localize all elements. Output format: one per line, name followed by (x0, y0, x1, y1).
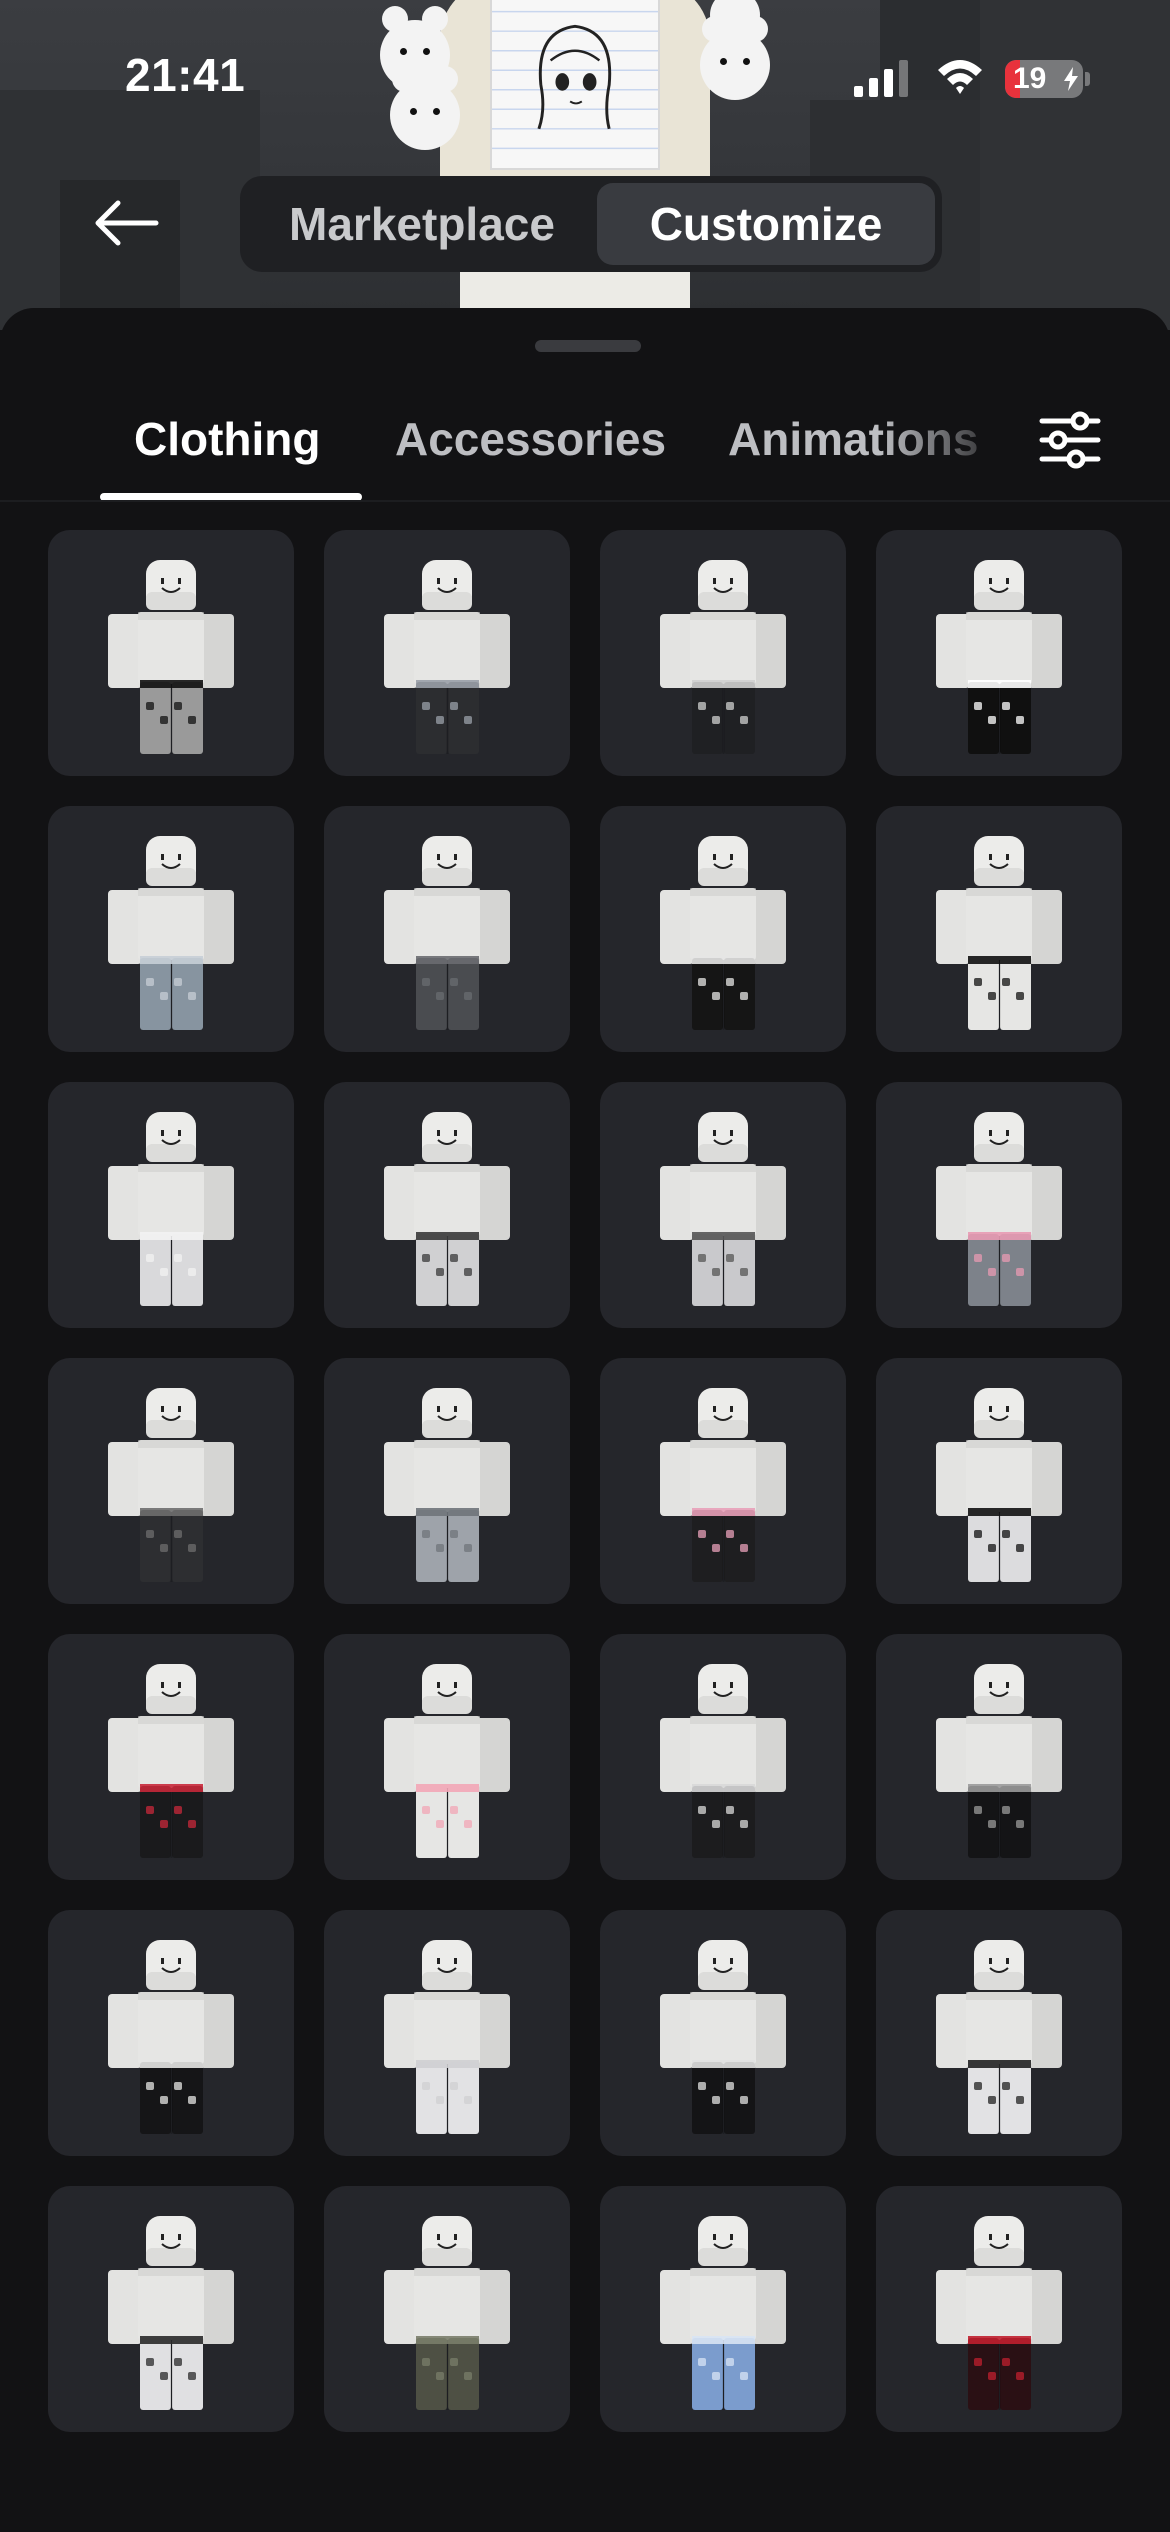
sliders-icon (1039, 411, 1101, 469)
clothing-item-tile[interactable] (600, 1910, 846, 2156)
clothing-item-tile[interactable] (48, 2186, 294, 2432)
filter-button[interactable] (1030, 400, 1110, 480)
avatar-thumbnail (660, 2216, 786, 2410)
avatar-thumbnail (384, 560, 510, 754)
clothing-item-tile[interactable] (876, 1082, 1122, 1328)
avatar-thumbnail (384, 1664, 510, 1858)
clothing-item-tile[interactable] (876, 1358, 1122, 1604)
avatar-thumbnail (660, 560, 786, 754)
clothing-item-tile[interactable] (876, 2186, 1122, 2432)
avatar-thumbnail (660, 836, 786, 1030)
tabs-divider (0, 500, 1170, 502)
avatar-thumbnail (936, 1388, 1062, 1582)
charging-bolt-icon (1064, 67, 1078, 91)
clothing-grid (48, 530, 1122, 2432)
clothing-item-tile[interactable] (324, 1634, 570, 1880)
status-time: 21:41 (125, 49, 246, 101)
clothing-item-tile[interactable] (600, 806, 846, 1052)
clothing-item-tile[interactable] (324, 1910, 570, 2156)
tab-clothing[interactable]: Clothing (134, 412, 321, 466)
clothing-item-tile[interactable] (600, 1082, 846, 1328)
status-bar: 21:41 19 (0, 0, 1170, 150)
avatar-thumbnail (936, 560, 1062, 754)
wifi-icon (938, 60, 982, 94)
clothing-item-tile[interactable] (324, 806, 570, 1052)
clothing-item-tile[interactable] (324, 1082, 570, 1328)
clothing-item-tile[interactable] (48, 1082, 294, 1328)
avatar-thumbnail (384, 836, 510, 1030)
clothing-item-tile[interactable] (876, 1910, 1122, 2156)
clothing-item-tile[interactable] (600, 530, 846, 776)
avatar-thumbnail (108, 1940, 234, 2134)
customize-sheet: up Clothing Accessories Animations (0, 308, 1170, 2532)
avatar-thumbnail (384, 1940, 510, 2134)
avatar-thumbnail (108, 836, 234, 1030)
avatar-thumbnail (936, 836, 1062, 1030)
avatar-thumbnail (660, 1112, 786, 1306)
avatar-thumbnail (384, 1112, 510, 1306)
avatar-thumbnail (108, 1112, 234, 1306)
clothing-item-tile[interactable] (324, 530, 570, 776)
battery-charging-icon: 19 (1005, 60, 1091, 98)
clothing-item-tile[interactable] (48, 1358, 294, 1604)
clothing-item-tile[interactable] (876, 806, 1122, 1052)
avatar-thumbnail (660, 1664, 786, 1858)
back-button[interactable] (80, 188, 170, 258)
avatar-thumbnail (660, 1388, 786, 1582)
clothing-item-tile[interactable] (876, 530, 1122, 776)
avatar-thumbnail (936, 1940, 1062, 2134)
arrow-left-icon (95, 200, 159, 246)
clothing-item-tile[interactable] (48, 1910, 294, 2156)
clothing-item-tile[interactable] (600, 1358, 846, 1604)
tab-accessories[interactable]: Accessories (395, 412, 666, 466)
avatar-thumbnail (936, 1112, 1062, 1306)
segment-marketplace[interactable]: Marketplace (247, 183, 597, 265)
clothing-item-tile[interactable] (600, 1634, 846, 1880)
avatar-thumbnail (936, 1664, 1062, 1858)
avatar-thumbnail (108, 1664, 234, 1858)
marketplace-customize-switch: Marketplace Customize (240, 176, 942, 272)
clothing-item-tile[interactable] (48, 1634, 294, 1880)
avatar-thumbnail (108, 1388, 234, 1582)
clothing-item-tile[interactable] (324, 2186, 570, 2432)
sheet-grabber[interactable] (535, 340, 641, 352)
tab-animations[interactable]: Animations (728, 412, 978, 466)
category-tabs: up Clothing Accessories Animations (0, 398, 1170, 502)
avatar-thumbnail (660, 1940, 786, 2134)
battery-percent: 19 (1013, 62, 1047, 95)
clothing-item-tile[interactable] (600, 2186, 846, 2432)
clothing-item-tile[interactable] (48, 530, 294, 776)
clothing-item-tile[interactable] (876, 1634, 1122, 1880)
avatar-thumbnail (384, 1388, 510, 1582)
avatar-thumbnail (108, 2216, 234, 2410)
clothing-item-tile[interactable] (48, 806, 294, 1052)
avatar-thumbnail (384, 2216, 510, 2410)
segment-customize[interactable]: Customize (597, 183, 935, 265)
signal-icon (854, 60, 908, 97)
avatar-thumbnail (108, 560, 234, 754)
avatar-thumbnail (936, 2216, 1062, 2410)
clothing-item-tile[interactable] (324, 1358, 570, 1604)
